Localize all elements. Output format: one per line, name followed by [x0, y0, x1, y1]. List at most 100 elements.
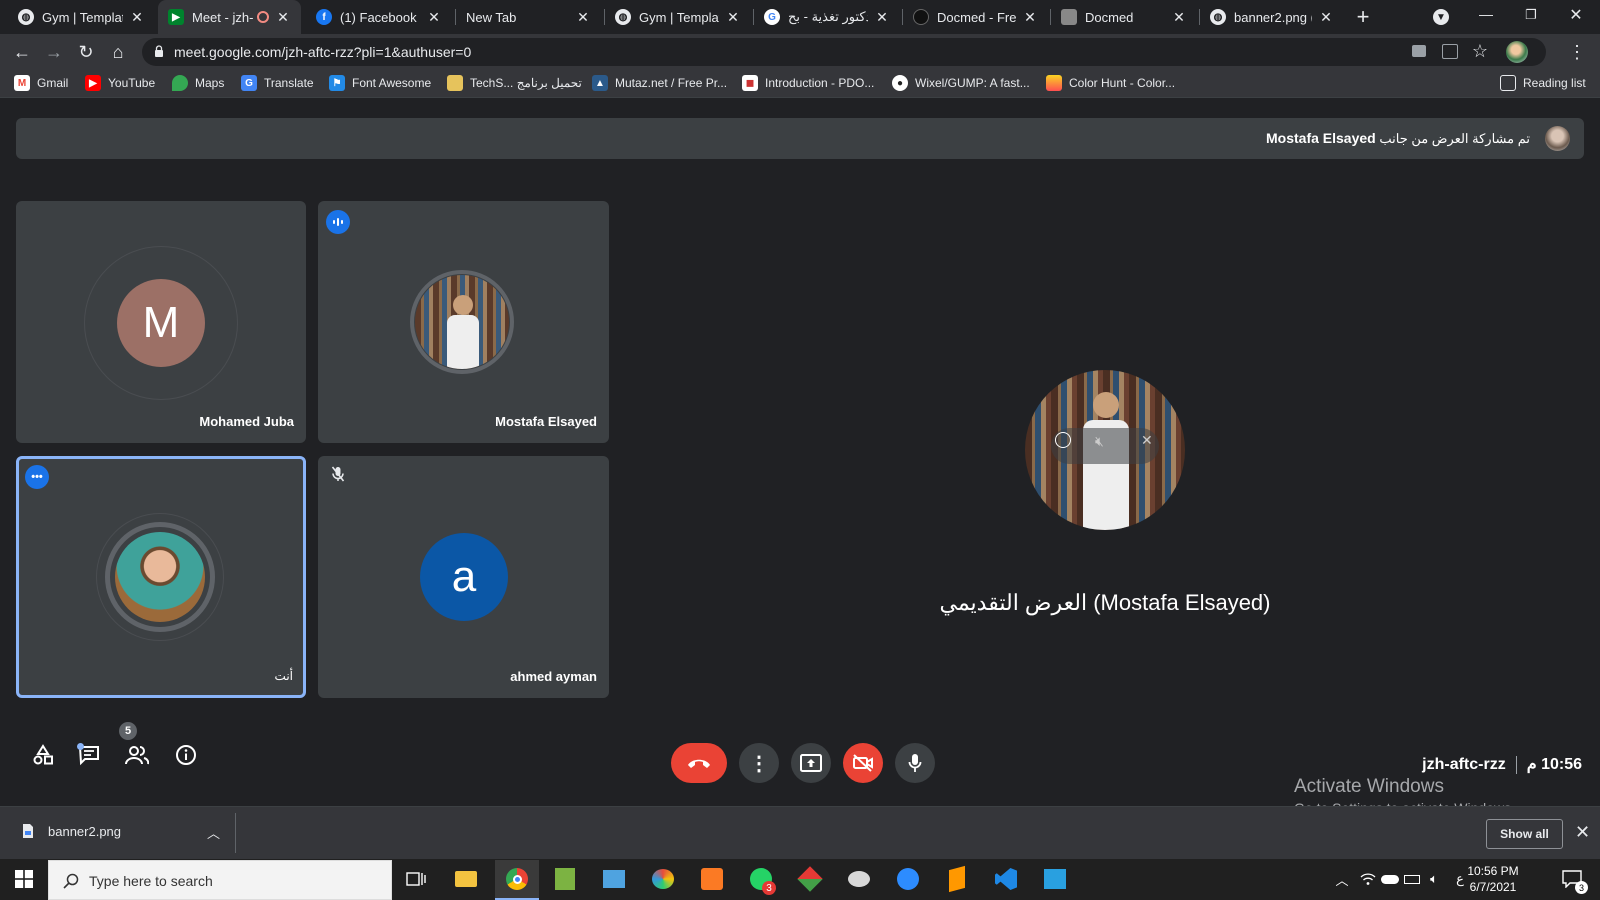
bookmark-label: Gmail [37, 76, 69, 90]
people-icon [125, 746, 149, 765]
action-center-button[interactable]: 3 [1559, 866, 1588, 894]
remove-icon[interactable] [1055, 432, 1071, 448]
taskbar-xampp[interactable] [699, 866, 725, 892]
tab-new-tab[interactable]: New Tab ✕ [456, 0, 601, 34]
tab-label: دكتور تغذية - بح [788, 9, 868, 24]
taskbar-search[interactable]: Type here to search [48, 860, 392, 900]
window-close-button[interactable]: ✕ [1564, 3, 1588, 27]
address-bar[interactable]: meet.google.com/jzh-aftc-rzz?pli=1&authu… [142, 38, 1546, 66]
windows-icon [15, 870, 33, 888]
taskbar-vscode[interactable] [993, 866, 1019, 892]
close-icon[interactable]: ✕ [874, 9, 890, 26]
bookmark-techs[interactable]: TechS... تحميل برنامج [447, 75, 582, 91]
download-item[interactable]: banner2.png ︿ [10, 813, 236, 853]
participant-tile[interactable]: Mostafa Elsayed [318, 201, 609, 443]
meeting-details-button[interactable] [174, 743, 198, 767]
taskbar-git[interactable] [797, 866, 823, 892]
taskbar-chrome[interactable] [495, 860, 539, 900]
back-button[interactable]: ← [10, 40, 34, 64]
chat-button[interactable] [77, 743, 101, 767]
bookmark-gmail[interactable]: M Gmail [14, 75, 68, 91]
forward-button[interactable]: → [42, 40, 66, 64]
close-icon[interactable]: ✕ [575, 9, 591, 26]
taskbar-zoom[interactable] [895, 866, 921, 892]
bookmark-color-hunt[interactable]: Color Hunt - Color... [1046, 75, 1175, 91]
more-options-icon[interactable]: ••• [25, 465, 49, 489]
taskbar-photos[interactable] [1042, 866, 1068, 892]
activities-button[interactable] [31, 743, 55, 767]
close-icon[interactable]: ✕ [1171, 9, 1187, 26]
bookmark-label: Color Hunt - Color... [1069, 76, 1176, 90]
bookmark-gump[interactable]: ● Wixel/GUMP: A fast... [892, 75, 1030, 91]
close-icon[interactable]: ✕ [1022, 9, 1038, 26]
tab-meet[interactable]: ▶ Meet - jzh- ✕ [158, 0, 301, 34]
chevron-down-icon: ▼ [1433, 9, 1449, 25]
tab-docmed[interactable]: Docmed ✕ [1051, 0, 1197, 34]
system-clock[interactable]: 10:56 PM 6/7/2021 [1458, 863, 1528, 895]
taskbar-paint[interactable] [650, 866, 676, 892]
volume-icon[interactable]: 🔈︎ [1421, 866, 1447, 892]
close-icon[interactable]: ✕ [1318, 9, 1334, 26]
profile-avatar[interactable] [1506, 41, 1528, 63]
participant-tile[interactable]: a ahmed ayman [318, 456, 609, 698]
start-button[interactable] [11, 866, 37, 892]
tab-label: Meet - jzh- [192, 9, 253, 25]
tab-search-button[interactable]: ▼ [1429, 5, 1453, 29]
clock-time: 10:56 PM [1467, 864, 1519, 878]
search-icon [63, 873, 79, 889]
microphone-button[interactable] [895, 743, 935, 783]
tab-gym-template[interactable]: ◍ Gym | Template ✕ [8, 0, 155, 34]
mute-icon[interactable]: 🔇︎ [1095, 433, 1104, 450]
camera-icon[interactable] [1412, 45, 1426, 57]
more-options-button[interactable]: ⋮ [739, 743, 779, 783]
bookmark-font-awesome[interactable]: ⚑ Font Awesome [329, 75, 431, 91]
bookmark-maps[interactable]: Maps [172, 75, 224, 91]
globe-icon: ◍ [1210, 9, 1226, 25]
taskbar-whatsapp[interactable]: 3 [748, 866, 776, 895]
bookmark-translate[interactable]: G Translate [241, 75, 314, 91]
new-tab-button[interactable]: + [1351, 4, 1375, 29]
reading-list-icon [1500, 75, 1516, 91]
close-icon[interactable]: ✕ [426, 9, 442, 26]
tab-facebook[interactable]: f (1) Facebook ✕ [306, 0, 452, 34]
taskbar-tools[interactable] [846, 866, 872, 892]
taskbar-file-explorer[interactable] [453, 866, 479, 892]
show-hidden-icons-button[interactable]: ︿ [1329, 866, 1355, 892]
reload-button[interactable]: ↻ [74, 40, 98, 64]
tab-docmed-free[interactable]: Docmed - Free ✕ [903, 0, 1048, 34]
browser-menu-button[interactable]: ⋮ [1565, 40, 1589, 64]
participant-tile[interactable]: M Mohamed Juba [16, 201, 306, 443]
participants-button[interactable]: 5 [119, 722, 149, 767]
minimize-button[interactable]: — [1474, 2, 1498, 26]
tab-label: New Tab [466, 9, 517, 25]
reading-list-button[interactable]: Reading list [1500, 75, 1586, 91]
bookmark-pdo[interactable]: ◼ Introduction - PDO... [742, 75, 874, 91]
close-icon[interactable]: ✕ [275, 9, 291, 26]
show-all-button[interactable]: Show all [1486, 819, 1563, 849]
restore-button[interactable]: ❐ [1519, 3, 1543, 27]
home-button[interactable]: ⌂ [106, 40, 130, 64]
star-icon[interactable]: ☆ [1472, 41, 1488, 62]
close-icon[interactable]: ✕ [129, 9, 145, 26]
chevron-up-icon[interactable]: ︿ [207, 823, 220, 842]
pin-off-icon[interactable]: ✕ [1141, 432, 1153, 449]
leave-call-button[interactable] [671, 743, 727, 783]
bookmark-mutaz[interactable]: ▲ Mutaz.net / Free Pr... [592, 75, 727, 91]
tab-banner2[interactable]: ◍ banner2.png (1 ✕ [1200, 0, 1344, 34]
bookmark-youtube[interactable]: ▶ YouTube [85, 75, 155, 91]
self-tile[interactable]: ••• أنت [16, 456, 306, 698]
activate-title: Activate Windows [1294, 776, 1444, 797]
gmail-icon: M [14, 75, 30, 91]
camera-off-button[interactable] [843, 743, 883, 783]
url-text: meet.google.com/jzh-aftc-rzz?pli=1&authu… [174, 44, 472, 60]
taskbar-sublime[interactable] [944, 865, 970, 893]
close-icon[interactable]: ✕ [725, 9, 741, 26]
translate-page-icon[interactable] [1442, 44, 1458, 59]
tab-gym-template-2[interactable]: ◍ Gym | Template ✕ [605, 0, 751, 34]
present-now-button[interactable] [791, 743, 831, 783]
close-shelf-button[interactable]: ✕ [1575, 822, 1590, 843]
task-view-button[interactable] [403, 866, 429, 892]
taskbar-notepad[interactable] [552, 866, 578, 892]
taskbar-app-remote[interactable] [601, 866, 627, 892]
tab-nutrition-search[interactable]: G دكتور تغذية - بح ✕ [754, 0, 900, 34]
